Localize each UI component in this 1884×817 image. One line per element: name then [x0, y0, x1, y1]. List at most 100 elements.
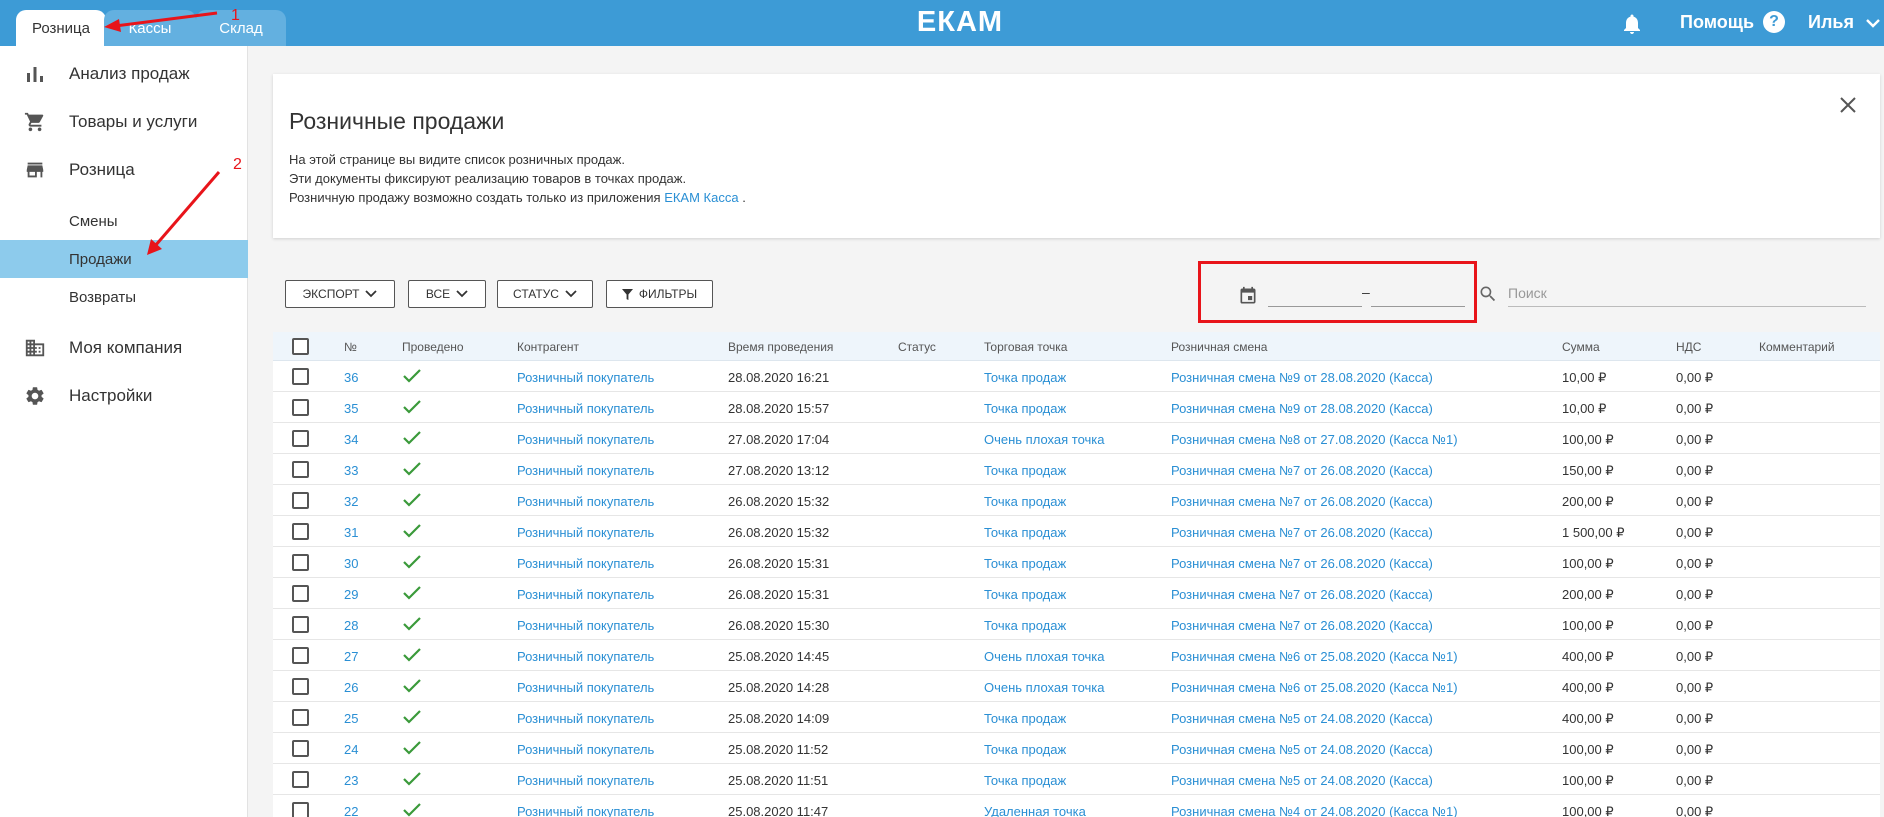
- store-link[interactable]: Точка продаж: [984, 773, 1066, 788]
- table-row[interactable]: 35 Розничный покупатель 28.08.2020 15:57 То…: [273, 392, 1880, 423]
- row-checkbox[interactable]: [292, 523, 309, 540]
- help-icon[interactable]: ?: [1763, 11, 1785, 33]
- table-row[interactable]: 23 Розничный покупатель 25.08.2020 11:51 То…: [273, 764, 1880, 795]
- column-header-counterparty[interactable]: Контрагент: [517, 340, 579, 354]
- shift-link[interactable]: Розничная смена №5 от 24.08.2020 (Касса): [1171, 742, 1433, 757]
- store-link[interactable]: Точка продаж: [984, 711, 1066, 726]
- row-checkbox[interactable]: [292, 585, 309, 602]
- column-header-sum[interactable]: Сумма: [1562, 340, 1600, 354]
- column-header-time[interactable]: Время проведения: [728, 340, 833, 354]
- tab-cash-registers[interactable]: Кассы: [104, 10, 196, 46]
- table-row[interactable]: 33 Розничный покупатель 27.08.2020 13:12 То…: [273, 454, 1880, 485]
- status-dropdown-button[interactable]: СТАТУС: [497, 280, 593, 308]
- sidebar-subitem-sales[interactable]: Продажи: [0, 240, 248, 278]
- table-row[interactable]: 22 Розничный покупатель 25.08.2020 11:47 Уд…: [273, 795, 1880, 817]
- row-checkbox[interactable]: [292, 461, 309, 478]
- table-row[interactable]: 29 Розничный покупатель 26.08.2020 15:31 То…: [273, 578, 1880, 609]
- date-from-input[interactable]: [1268, 282, 1362, 307]
- app-logo[interactable]: ЕКАМ: [900, 6, 1020, 39]
- counterparty-link[interactable]: Розничный покупатель: [517, 680, 654, 695]
- row-checkbox[interactable]: [292, 399, 309, 416]
- sale-number-link[interactable]: 28: [344, 618, 358, 633]
- close-icon[interactable]: [1839, 96, 1857, 114]
- shift-link[interactable]: Розничная смена №5 от 24.08.2020 (Касса): [1171, 773, 1433, 788]
- sale-number-link[interactable]: 22: [344, 804, 358, 817]
- counterparty-link[interactable]: Розничный покупатель: [517, 711, 654, 726]
- counterparty-link[interactable]: Розничный покупатель: [517, 463, 654, 478]
- shift-link[interactable]: Розничная смена №7 от 26.08.2020 (Касса): [1171, 618, 1433, 633]
- table-row[interactable]: 24 Розничный покупатель 25.08.2020 11:52 То…: [273, 733, 1880, 764]
- sidebar-item-retail[interactable]: Розница: [0, 150, 248, 190]
- tab-warehouse[interactable]: Склад: [196, 10, 286, 46]
- sale-number-link[interactable]: 24: [344, 742, 358, 757]
- table-row[interactable]: 25 Розничный покупатель 25.08.2020 14:09 То…: [273, 702, 1880, 733]
- sale-number-link[interactable]: 30: [344, 556, 358, 571]
- select-all-checkbox[interactable]: [292, 338, 309, 355]
- store-link[interactable]: Точка продаж: [984, 618, 1066, 633]
- sale-number-link[interactable]: 29: [344, 587, 358, 602]
- counterparty-link[interactable]: Розничный покупатель: [517, 494, 654, 509]
- chevron-down-icon[interactable]: [1864, 16, 1882, 30]
- table-row[interactable]: 26 Розничный покупатель 25.08.2020 14:28 Оч…: [273, 671, 1880, 702]
- table-row[interactable]: 36 Розничный покупатель 28.08.2020 16:21 То…: [273, 361, 1880, 392]
- sale-number-link[interactable]: 36: [344, 370, 358, 385]
- column-header-posted[interactable]: Проведено: [402, 340, 464, 354]
- user-menu[interactable]: Илья: [1808, 12, 1854, 33]
- store-link[interactable]: Очень плохая точка: [984, 432, 1105, 447]
- store-link[interactable]: Точка продаж: [984, 587, 1066, 602]
- counterparty-link[interactable]: Розничный покупатель: [517, 370, 654, 385]
- row-checkbox[interactable]: [292, 740, 309, 757]
- calendar-icon[interactable]: [1238, 286, 1258, 306]
- sale-number-link[interactable]: 27: [344, 649, 358, 664]
- counterparty-link[interactable]: Розничный покупатель: [517, 742, 654, 757]
- sidebar-item-sales-analysis[interactable]: Анализ продаж: [0, 54, 248, 94]
- sale-number-link[interactable]: 33: [344, 463, 358, 478]
- store-link[interactable]: Точка продаж: [984, 463, 1066, 478]
- row-checkbox[interactable]: [292, 430, 309, 447]
- row-checkbox[interactable]: [292, 647, 309, 664]
- table-row[interactable]: 30 Розничный покупатель 26.08.2020 15:31 То…: [273, 547, 1880, 578]
- sale-number-link[interactable]: 32: [344, 494, 358, 509]
- store-link[interactable]: Точка продаж: [984, 494, 1066, 509]
- table-row[interactable]: 32 Розничный покупатель 26.08.2020 15:32 То…: [273, 485, 1880, 516]
- shift-link[interactable]: Розничная смена №7 от 26.08.2020 (Касса): [1171, 463, 1433, 478]
- row-checkbox[interactable]: [292, 802, 309, 817]
- counterparty-link[interactable]: Розничный покупатель: [517, 649, 654, 664]
- shift-link[interactable]: Розничная смена №7 от 26.08.2020 (Касса): [1171, 556, 1433, 571]
- shift-link[interactable]: Розничная смена №4 от 24.08.2020 (Касса …: [1171, 804, 1458, 817]
- store-link[interactable]: Точка продаж: [984, 401, 1066, 416]
- column-header-store[interactable]: Торговая точка: [984, 340, 1067, 354]
- store-link[interactable]: Точка продаж: [984, 742, 1066, 757]
- row-checkbox[interactable]: [292, 771, 309, 788]
- row-checkbox[interactable]: [292, 368, 309, 385]
- table-row[interactable]: 28 Розничный покупатель 26.08.2020 15:30 То…: [273, 609, 1880, 640]
- store-link[interactable]: Точка продаж: [984, 370, 1066, 385]
- counterparty-link[interactable]: Розничный покупатель: [517, 556, 654, 571]
- column-header-vat[interactable]: НДС: [1676, 340, 1701, 354]
- table-row[interactable]: 34 Розничный покупатель 27.08.2020 17:04 Оч…: [273, 423, 1880, 454]
- column-header-comment[interactable]: Комментарий: [1759, 340, 1835, 354]
- row-checkbox[interactable]: [292, 709, 309, 726]
- store-link[interactable]: Очень плохая точка: [984, 649, 1105, 664]
- all-dropdown-button[interactable]: ВСЕ: [408, 280, 486, 308]
- sale-number-link[interactable]: 25: [344, 711, 358, 726]
- shift-link[interactable]: Розничная смена №7 от 26.08.2020 (Касса): [1171, 587, 1433, 602]
- sidebar-subitem-returns[interactable]: Возвраты: [0, 278, 248, 316]
- store-link[interactable]: Точка продаж: [984, 525, 1066, 540]
- row-checkbox[interactable]: [292, 492, 309, 509]
- counterparty-link[interactable]: Розничный покупатель: [517, 773, 654, 788]
- column-header-number[interactable]: №: [344, 340, 357, 354]
- sidebar-item-my-company[interactable]: Моя компания: [0, 328, 248, 368]
- counterparty-link[interactable]: Розничный покупатель: [517, 587, 654, 602]
- row-checkbox[interactable]: [292, 616, 309, 633]
- shift-link[interactable]: Розничная смена №8 от 27.08.2020 (Касса …: [1171, 432, 1458, 447]
- store-link[interactable]: Очень плохая точка: [984, 680, 1105, 695]
- date-to-input[interactable]: [1371, 282, 1465, 307]
- shift-link[interactable]: Розничная смена №7 от 26.08.2020 (Касса): [1171, 494, 1433, 509]
- sidebar-item-goods[interactable]: Товары и услуги: [0, 102, 248, 142]
- sale-number-link[interactable]: 31: [344, 525, 358, 540]
- shift-link[interactable]: Розничная смена №6 от 25.08.2020 (Касса …: [1171, 680, 1458, 695]
- counterparty-link[interactable]: Розничный покупатель: [517, 525, 654, 540]
- shift-link[interactable]: Розничная смена №7 от 26.08.2020 (Касса): [1171, 525, 1433, 540]
- counterparty-link[interactable]: Розничный покупатель: [517, 804, 654, 817]
